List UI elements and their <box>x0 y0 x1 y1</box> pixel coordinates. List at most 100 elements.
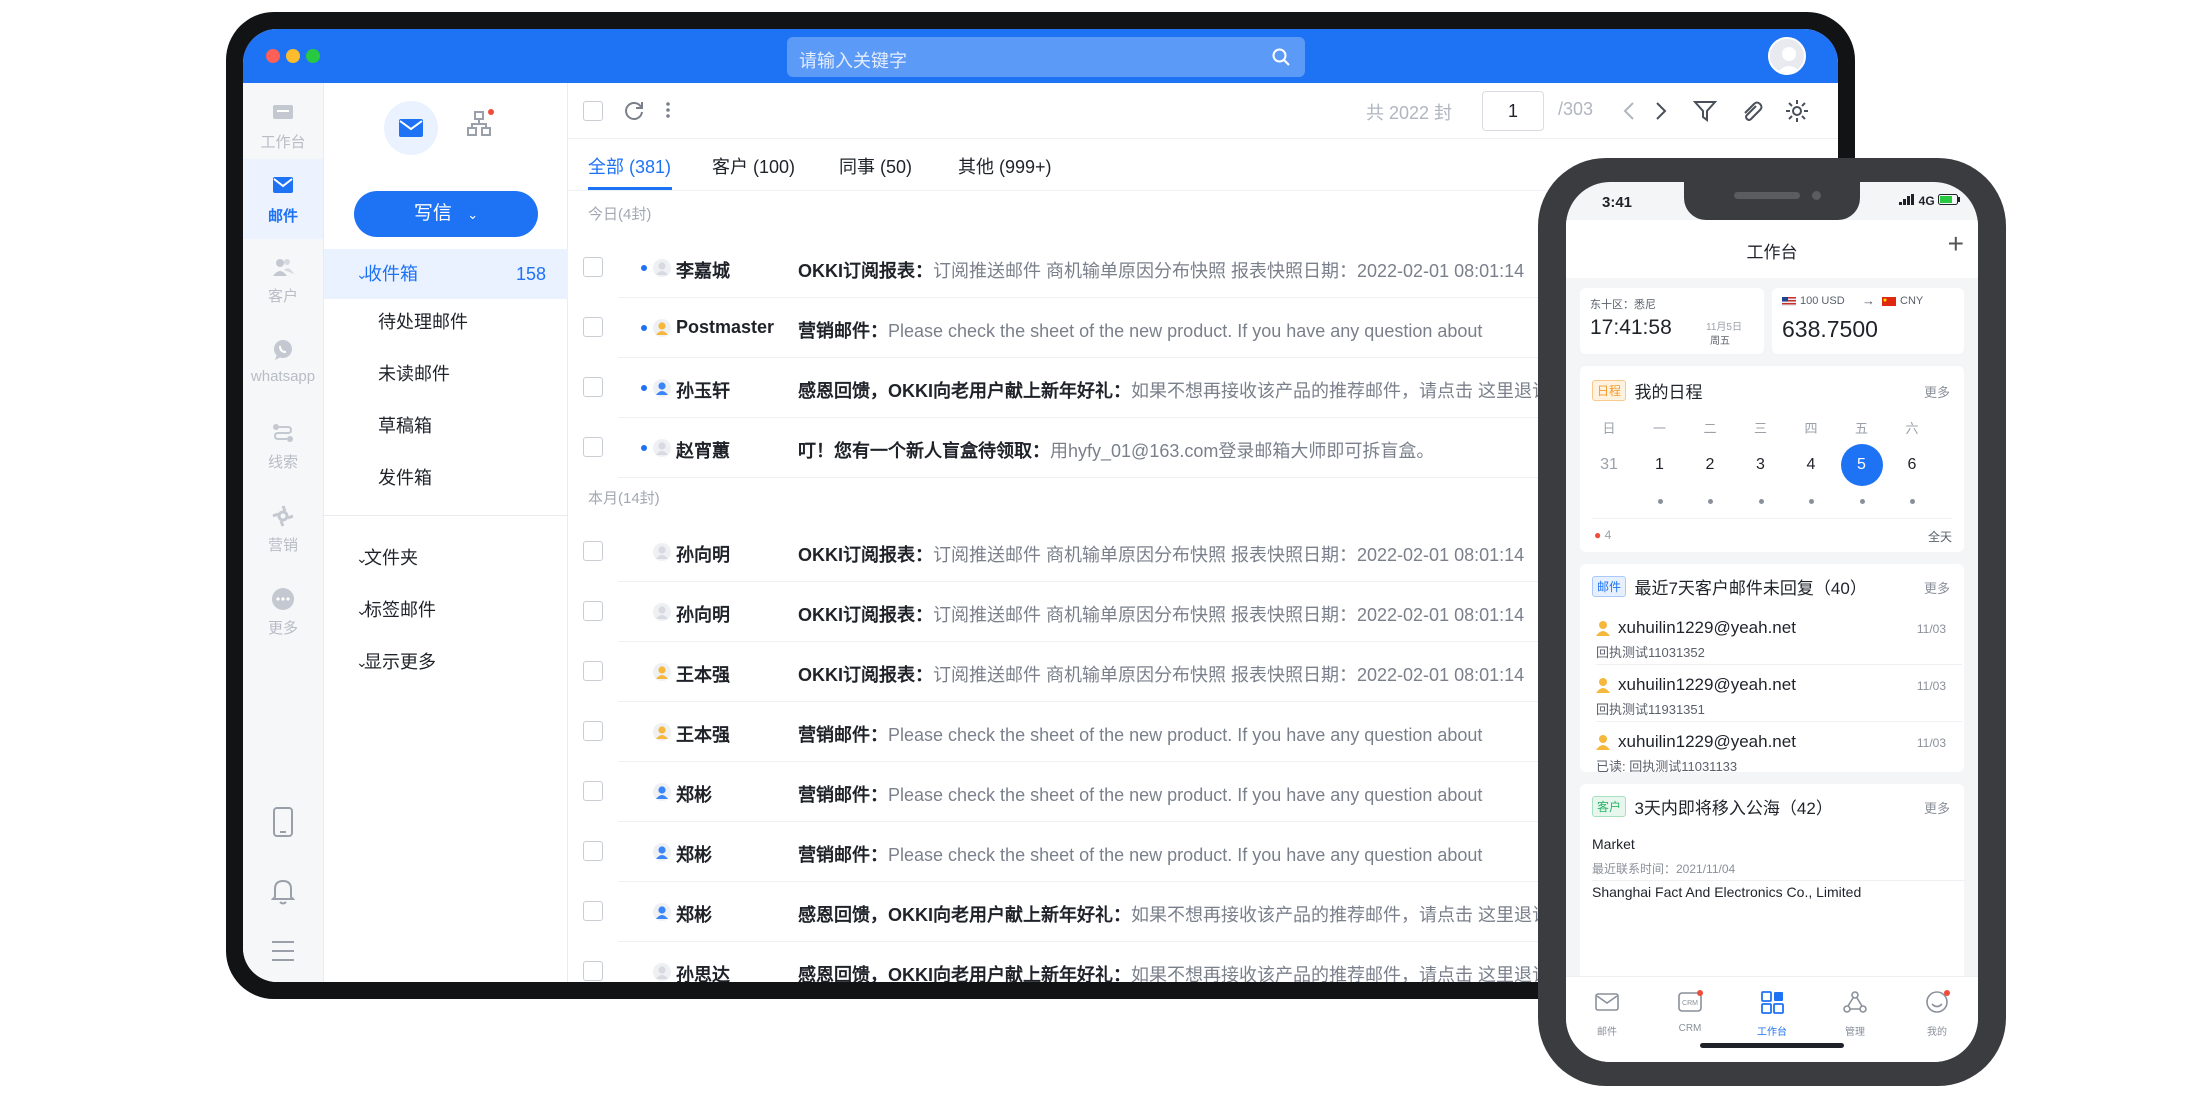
row-checkbox[interactable] <box>583 841 603 861</box>
refresh-icon[interactable] <box>623 99 645 121</box>
folder-pending[interactable]: 待处理邮件 <box>378 308 468 334</box>
total-count: 共 2022 封 <box>1366 103 1453 123</box>
mail-card-title: 最近7天客户邮件未回复（40） <box>1634 579 1867 598</box>
folder-unread[interactable]: 未读邮件 <box>378 360 450 386</box>
customer-company[interactable]: Shanghai Fact And Electronics Co., Limit… <box>1592 884 1861 900</box>
rail-item-customer[interactable]: 客户 <box>243 245 323 317</box>
tab-colleagues[interactable]: 同事 (50) <box>839 153 912 179</box>
page-number-input[interactable]: 1 <box>1482 91 1544 131</box>
unread-dot <box>641 265 647 271</box>
minimize-window-button[interactable] <box>286 49 300 63</box>
mail-mode-button[interactable] <box>384 101 438 155</box>
person-icon <box>1596 621 1610 636</box>
folder-group-folders[interactable]: ⌄ 文件夹 <box>324 533 568 583</box>
row-checkbox[interactable] <box>583 661 603 681</box>
profile-icon <box>1926 990 1950 1013</box>
mail-subject: 感恩回馈，OKKI向老用户献上新年好礼：如果不想再接收该产品的推荐邮件，请点击 … <box>798 901 1550 927</box>
schedule-more-link[interactable]: 更多 <box>1924 382 1950 401</box>
phone-notch <box>1684 182 1860 220</box>
row-checkbox[interactable] <box>583 437 603 457</box>
rail-item-leads[interactable]: 线索 <box>243 411 323 483</box>
customer-card-more-link[interactable]: 更多 <box>1924 798 1950 817</box>
compose-button[interactable]: 写信 ⌄ <box>354 191 538 237</box>
row-checkbox[interactable] <box>583 721 603 741</box>
mobile-device-icon[interactable] <box>272 807 294 837</box>
mail-icon <box>273 177 293 193</box>
rail-item-more[interactable]: 更多 <box>243 577 323 649</box>
world-clock-card[interactable]: 东十区：悉尼 17:41:58 11月5日 周五 <box>1580 288 1764 354</box>
schedule-all-day-toggle[interactable]: 全天 <box>1928 528 1952 545</box>
rail-item-whatsapp[interactable]: whatsapp <box>243 328 323 400</box>
mobile-tab-mail[interactable]: 邮件 <box>1572 989 1642 1038</box>
tab-others[interactable]: 其他 (999+) <box>958 153 1052 179</box>
cn-flag-icon <box>1882 297 1896 306</box>
calendar-day[interactable]: 1 <box>1639 444 1681 486</box>
clock-zone: 东十区：悉尼 <box>1590 299 1656 311</box>
calendar-day[interactable]: 4 <box>1790 444 1832 486</box>
rail-label: 更多 <box>267 620 298 637</box>
marketing-icon <box>272 505 294 527</box>
prev-page-icon[interactable] <box>1622 101 1636 121</box>
mobile-tab-label: 管理 <box>1845 1027 1865 1038</box>
bell-icon[interactable] <box>271 877 295 905</box>
currency-card[interactable]: 100 USD → CNY 638.7500 <box>1772 288 1964 354</box>
event-dot <box>1910 499 1915 504</box>
row-checkbox[interactable] <box>583 317 603 337</box>
mail-subject-text: 营销邮件： <box>798 785 888 805</box>
folder-group-show-more[interactable]: ⌄ 显示更多 <box>324 637 568 687</box>
row-checkbox[interactable] <box>583 377 603 397</box>
row-checkbox[interactable] <box>583 601 603 621</box>
schedule-tag: 日程 <box>1592 380 1627 401</box>
search-icon[interactable] <box>1271 47 1291 67</box>
folder-drafts[interactable]: 草稿箱 <box>378 412 432 438</box>
row-checkbox[interactable] <box>583 961 603 981</box>
close-window-button[interactable] <box>266 49 280 63</box>
org-chart-icon[interactable] <box>465 109 495 139</box>
user-icon <box>1776 47 1802 73</box>
attachment-icon[interactable] <box>1739 99 1763 123</box>
mail-card-header: 邮件 最近7天客户邮件未回复（40） <box>1592 574 1867 599</box>
calendar-day[interactable]: 3 <box>1740 444 1782 486</box>
add-icon[interactable]: + <box>1948 230 1964 258</box>
calendar-day[interactable]: 31 <box>1588 444 1630 486</box>
chevron-down-icon: ⌄ <box>467 207 479 222</box>
tab-customers[interactable]: 客户 (100) <box>712 153 795 179</box>
calendar-day[interactable]: 2 <box>1689 444 1731 486</box>
mobile-tab-workbench[interactable]: 工作台 <box>1737 989 1807 1038</box>
mobile-tab-me[interactable]: 我的 <box>1902 989 1972 1038</box>
mail-card-more-link[interactable]: 更多 <box>1924 578 1950 597</box>
customer-company[interactable]: Market <box>1592 836 1635 852</box>
select-all-checkbox[interactable] <box>583 101 603 121</box>
person-icon <box>653 259 671 277</box>
row-checkbox[interactable] <box>583 541 603 561</box>
mail-list-item[interactable]: xuhuilin1229@yeah.net 11/03 已读: 回执测试110311… <box>1580 722 1962 772</box>
weekday-label: 四 <box>1804 421 1818 436</box>
person-icon <box>653 723 671 741</box>
mobile-tab-crm[interactable]: CRM CRM <box>1655 989 1725 1034</box>
next-page-icon[interactable] <box>1654 101 1668 121</box>
person-icon <box>653 663 671 681</box>
folder-outbox[interactable]: 发件箱 <box>378 464 432 490</box>
row-checkbox[interactable] <box>583 901 603 921</box>
calendar-day[interactable]: 5 <box>1840 444 1883 486</box>
workbench-icon <box>273 105 293 119</box>
rail-item-workbench[interactable]: 工作台 <box>243 91 323 163</box>
folder-group-tags[interactable]: ⌄ 标签邮件 <box>324 585 568 635</box>
maximize-window-button[interactable] <box>306 49 320 63</box>
rail-item-mail[interactable]: 邮件 <box>243 159 323 239</box>
row-checkbox[interactable] <box>583 257 603 277</box>
schedule-card: 日程 我的日程 更多 日一二三四五六 31 1 2 3 4 5 6 ● 4 全天 <box>1580 366 1964 552</box>
user-avatar[interactable] <box>1768 37 1806 75</box>
filter-icon[interactable] <box>1693 99 1717 123</box>
row-checkbox[interactable] <box>583 781 603 801</box>
more-vertical-icon[interactable] <box>664 99 672 121</box>
rail-item-marketing[interactable]: 营销 <box>243 494 323 566</box>
mobile-tab-manage[interactable]: 管理 <box>1820 989 1890 1038</box>
calendar-day[interactable]: 6 <box>1891 444 1933 486</box>
folder-inbox[interactable]: ⌄ 收件箱 158 <box>324 249 568 299</box>
mail-subject-text: 感恩回馈，OKKI向老用户献上新年好礼： <box>798 905 1131 925</box>
settings-icon[interactable] <box>1785 99 1809 123</box>
tab-all[interactable]: 全部 (381) <box>588 153 671 179</box>
menu-icon[interactable] <box>271 940 295 962</box>
search-input[interactable]: 请输入关键字 <box>787 37 1305 77</box>
